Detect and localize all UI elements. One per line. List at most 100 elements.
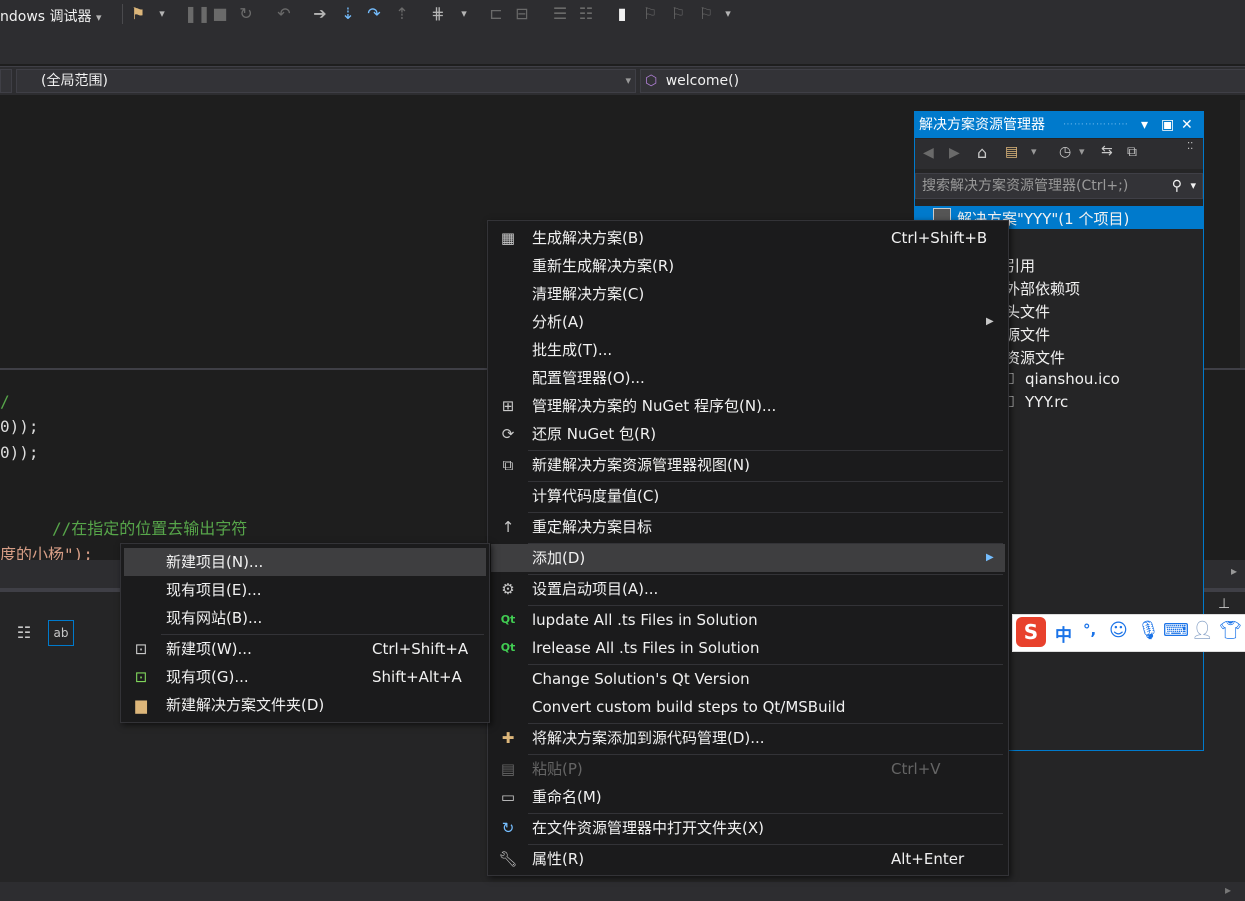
menu-item-retarget[interactable]: ↑ 重定解决方案目标 bbox=[488, 513, 1008, 541]
show-next-statement-icon[interactable]: ↶ bbox=[274, 4, 294, 24]
menu-item-convert-build-steps[interactable]: Convert custom build steps to Qt/MSBuild bbox=[488, 693, 1008, 721]
menu-item-properties[interactable]: 🔧︎ 属性(R) Alt+Enter bbox=[488, 845, 1008, 873]
word-wrap-icon[interactable]: ab bbox=[48, 620, 74, 646]
clear-bookmarks-icon[interactable]: ⚐ bbox=[696, 4, 716, 24]
dropdown-arrow-icon[interactable]: ▾ bbox=[718, 4, 738, 24]
submenu-item-new-folder[interactable]: ▆ 新建解决方案文件夹(D) bbox=[121, 691, 489, 719]
bookmark-icon[interactable]: ▮ bbox=[612, 4, 632, 24]
pending-changes-icon[interactable]: ◷ bbox=[1059, 144, 1071, 160]
solution-explorer-search[interactable]: 搜索解决方案资源管理器(Ctrl+;) ⚲ ▾ bbox=[915, 173, 1203, 199]
sync-icon[interactable]: ⇆ bbox=[1101, 143, 1113, 159]
submenu-arrow-icon: ▶ bbox=[986, 316, 994, 327]
submenu-item-new-item[interactable]: ⊡ 新建项(W)... Ctrl+Shift+A bbox=[121, 635, 489, 663]
menu-item-lrelease[interactable]: Qt lrelease All .ts Files in Solution bbox=[488, 634, 1008, 662]
chevron-down-icon[interactable]: ▾ bbox=[1079, 145, 1085, 158]
dropdown-arrow-icon[interactable]: ▾ bbox=[152, 4, 172, 24]
back-icon[interactable]: ◀ bbox=[923, 145, 934, 161]
menu-item-batch-build[interactable]: 批生成(T)... bbox=[488, 336, 1008, 364]
build-icon: ▦ bbox=[500, 229, 516, 247]
restart-icon[interactable]: ↻ bbox=[236, 4, 256, 24]
more-icon[interactable]: ⁚⁚ bbox=[1187, 141, 1193, 152]
menu-item-nuget-restore[interactable]: ⟳ 还原 NuGet 包(R) bbox=[488, 420, 1008, 448]
menu-item-nuget-manage[interactable]: ⊞ 管理解决方案的 NuGet 程序包(N)... bbox=[488, 392, 1008, 420]
submenu-item-existing-project[interactable]: 现有项目(E)... bbox=[121, 576, 489, 604]
menu-item-add[interactable]: 添加(D) ▶ bbox=[491, 544, 1005, 572]
user-icon[interactable]: 👤︎ bbox=[1191, 620, 1214, 641]
function-dropdown[interactable]: ⬡ welcome() bbox=[640, 69, 1245, 93]
menu-item-build[interactable]: ▦ 生成解决方案(B) Ctrl+Shift+B bbox=[488, 224, 1008, 252]
pin-icon[interactable]: ⊥ bbox=[1218, 596, 1230, 612]
hex-display-icon[interactable]: ⋕ bbox=[428, 4, 448, 24]
close-icon[interactable]: ✕ bbox=[1181, 112, 1193, 138]
menu-item-add-source-control[interactable]: ✚ 将解决方案添加到源代码管理(D)... bbox=[488, 724, 1008, 752]
step-into-icon[interactable]: ⇣ bbox=[338, 4, 358, 24]
scroll-right-icon[interactable]: ▸ bbox=[1225, 883, 1231, 897]
collapse-all-icon[interactable]: ⧉ bbox=[1127, 144, 1137, 160]
step-out-icon[interactable]: ⇡ bbox=[392, 4, 412, 24]
project-dropdown[interactable] bbox=[0, 69, 12, 93]
search-icon[interactable]: ⚲ bbox=[1172, 174, 1182, 198]
sogou-logo-icon[interactable]: S bbox=[1016, 617, 1046, 647]
maximize-icon[interactable]: ▣ bbox=[1161, 112, 1174, 138]
tree-item-resource-files[interactable]: 资源文件 bbox=[1005, 347, 1201, 368]
skin-icon[interactable]: 👕︎ bbox=[1219, 620, 1242, 641]
step-over-icon[interactable]: ↷ bbox=[364, 4, 384, 24]
menu-item-startup-project[interactable]: ⚙ 设置启动项目(A)... bbox=[488, 575, 1008, 603]
menu-item-new-explorer-view[interactable]: ⧉ 新建解决方案资源管理器视图(N) bbox=[488, 451, 1008, 479]
code-fragment: / bbox=[0, 392, 10, 411]
comment-icon[interactable]: ☰ bbox=[550, 4, 570, 24]
menu-item-analyze[interactable]: 分析(A) ▶ bbox=[488, 308, 1008, 336]
scroll-right-icon[interactable]: ▸ bbox=[1231, 564, 1237, 578]
tree-item-rc-file[interactable]: YYY.rc bbox=[1025, 393, 1068, 411]
next-bookmark-icon[interactable]: ⚐ bbox=[668, 4, 688, 24]
stack-frame-icon[interactable]: ⊟ bbox=[512, 4, 532, 24]
input-mode-toggle[interactable]: 中 bbox=[1055, 621, 1072, 646]
tree-item-external-deps[interactable]: 外部依赖项 bbox=[1005, 278, 1201, 299]
microphone-icon[interactable]: 🎙︎ bbox=[1137, 620, 1160, 641]
punctuation-toggle[interactable]: °, bbox=[1083, 621, 1096, 639]
dropdown-arrow-icon[interactable]: ▾ bbox=[454, 4, 474, 24]
menu-item-qt-version[interactable]: Change Solution's Qt Version bbox=[488, 665, 1008, 693]
submenu-item-new-project[interactable]: 新建项目(N)... bbox=[124, 548, 486, 576]
submenu-item-existing-website[interactable]: 现有网站(B)... bbox=[121, 604, 489, 632]
arrow-up-icon: ↑ bbox=[501, 518, 515, 536]
switch-views-icon[interactable]: ▤ bbox=[1005, 144, 1018, 160]
prev-bookmark-icon[interactable]: ⚐ bbox=[640, 4, 660, 24]
process-icon[interactable]: ⚑ bbox=[128, 4, 148, 24]
source-control-icon: ✚ bbox=[501, 729, 515, 747]
tree-item-header-files[interactable]: 头文件 bbox=[1005, 301, 1201, 322]
rename-icon: ▭ bbox=[500, 788, 516, 806]
debugger-selector[interactable]: ndows 调试器 ▾ bbox=[0, 6, 102, 26]
menu-item-clean[interactable]: 清理解决方案(C) bbox=[488, 280, 1008, 308]
keyboard-icon[interactable]: ⌨ bbox=[1163, 620, 1189, 641]
paste-icon: ▤ bbox=[500, 760, 516, 778]
editor-scrollbar[interactable] bbox=[1240, 100, 1245, 380]
menu-item-open-folder[interactable]: ↻ 在文件资源管理器中打开文件夹(X) bbox=[488, 814, 1008, 842]
tree-item-ico-file[interactable]: qianshou.ico bbox=[1025, 370, 1120, 388]
toolbar-separator bbox=[122, 4, 123, 24]
step-forward-icon[interactable]: ➔ bbox=[310, 4, 330, 24]
clear-all-icon[interactable]: ☷ bbox=[12, 622, 36, 644]
tree-item-references[interactable]: 引用 bbox=[1005, 255, 1201, 276]
window-position-icon[interactable]: ▾ bbox=[1141, 112, 1148, 138]
solution-explorer-title-bar: 解决方案资源管理器 ⋯⋯⋯⋯⋯⋯ ▾ ▣ ✕ bbox=[915, 112, 1203, 138]
menu-item-paste[interactable]: ▤ 粘贴(P) Ctrl+V bbox=[488, 755, 1008, 783]
tree-item-source-files[interactable]: 源文件 bbox=[1005, 324, 1201, 345]
chevron-down-icon[interactable]: ▾ bbox=[1031, 145, 1037, 158]
menu-item-rebuild[interactable]: 重新生成解决方案(R) bbox=[488, 252, 1008, 280]
menu-item-lupdate[interactable]: Qt lupdate All .ts Files in Solution bbox=[488, 606, 1008, 634]
menu-item-rename[interactable]: ▭ 重命名(M) bbox=[488, 783, 1008, 811]
menu-item-config-manager[interactable]: 配置管理器(O)... bbox=[488, 364, 1008, 392]
home-icon[interactable]: ⌂ bbox=[977, 143, 987, 162]
forward-icon[interactable]: ▶ bbox=[949, 145, 960, 161]
thread-icon[interactable]: ⊏ bbox=[486, 4, 506, 24]
scope-dropdown[interactable]: (全局范围) ▾ bbox=[16, 69, 636, 93]
uncomment-icon[interactable]: ☷ bbox=[576, 4, 596, 24]
pause-icon[interactable]: ❚❚ bbox=[184, 4, 211, 24]
code-comment: //在指定的位置去输出字符 bbox=[52, 519, 248, 538]
chevron-down-icon[interactable]: ▾ bbox=[1190, 174, 1196, 198]
submenu-item-existing-item[interactable]: ⊡ 现有项(G)... Shift+Alt+A bbox=[121, 663, 489, 691]
emoji-icon[interactable]: ☺ bbox=[1109, 620, 1128, 641]
menu-item-code-metrics[interactable]: 计算代码度量值(C) bbox=[488, 482, 1008, 510]
stop-icon[interactable]: ■ bbox=[210, 4, 230, 24]
